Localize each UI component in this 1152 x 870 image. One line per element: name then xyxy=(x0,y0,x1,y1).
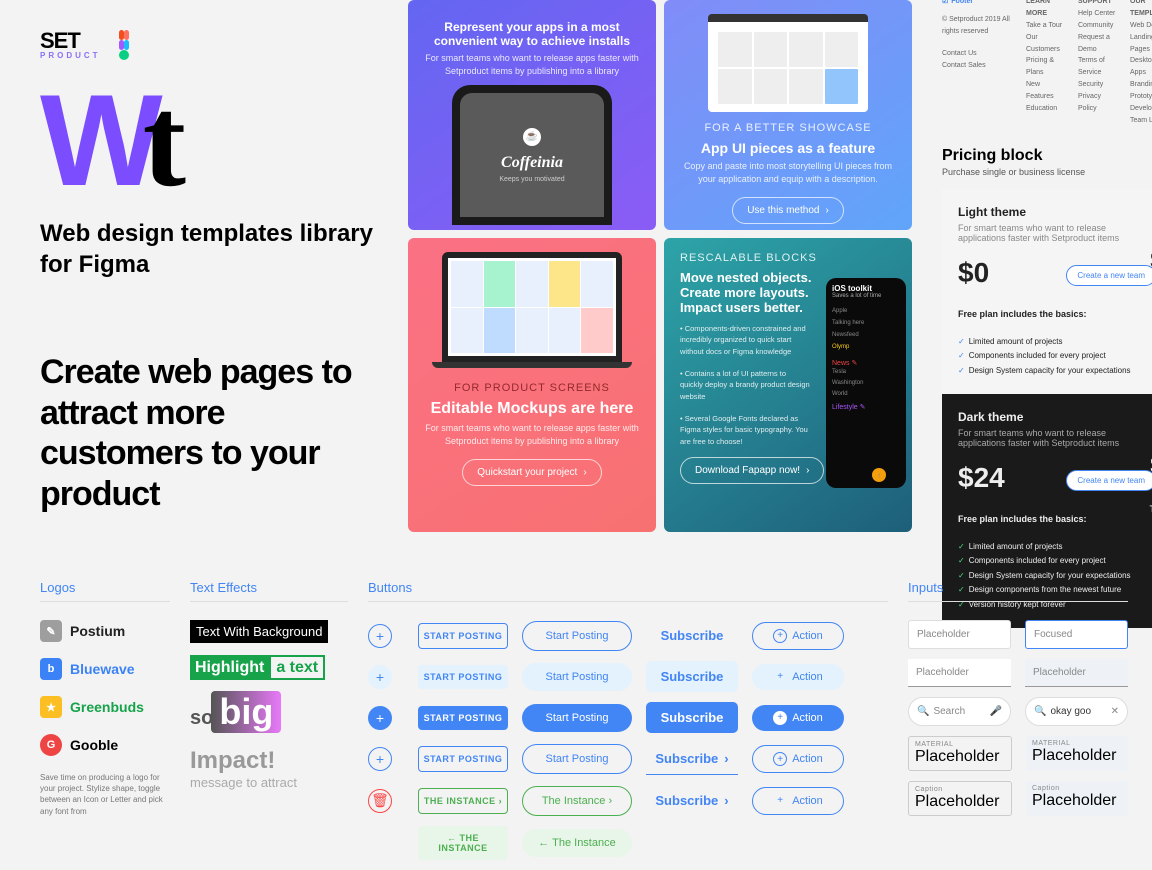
create-team-button[interactable]: Create a new team xyxy=(1066,265,1152,286)
download-button[interactable]: Download Fapapp now!› xyxy=(680,457,824,484)
pricing-title: Pricing block xyxy=(942,147,1152,165)
subtitle: Web design templates library for Figma xyxy=(40,218,380,280)
chevron-right-icon: › xyxy=(825,205,828,216)
start-posting-button[interactable]: START POSTING xyxy=(418,706,508,730)
wt-hero-logo: Wt xyxy=(40,85,380,198)
subscribe-button[interactable]: Subscribe xyxy=(646,743,738,775)
instance-button[interactable]: ← THE INSTANCE xyxy=(418,826,508,860)
pricing-card-light: Light theme For smart teams who want to … xyxy=(942,189,1152,394)
impact-subtitle: message to attract xyxy=(190,775,348,790)
material-input[interactable]: MATERIALPlaceholder xyxy=(1026,736,1128,771)
plus-round-button[interactable]: + xyxy=(368,747,392,771)
ui-mockup xyxy=(708,14,868,112)
text-input-focused[interactable]: Focused xyxy=(1025,620,1128,649)
start-posting-pill[interactable]: Start Posting xyxy=(522,663,632,691)
text-input-underline[interactable]: Placeholder xyxy=(1025,659,1128,687)
start-posting-pill[interactable]: Start Posting xyxy=(522,704,632,732)
laptop-mockup xyxy=(442,252,622,362)
impact-text: Impact! xyxy=(190,747,348,775)
card-rescalable-blocks: RESCALABLE BLOCKS Move nested objects. C… xyxy=(664,238,912,532)
action-button[interactable]: +Action xyxy=(752,664,844,690)
logo-description: Save time on producing a logo for your p… xyxy=(40,772,170,817)
create-team-button[interactable]: Create a new team xyxy=(1066,470,1152,491)
start-posting-pill[interactable]: Start Posting xyxy=(522,621,632,651)
brand-logos: SET PRODUCT xyxy=(40,28,380,60)
use-method-button[interactable]: Use this method› xyxy=(732,197,844,224)
setproduct-logo: SET PRODUCT xyxy=(40,28,101,60)
caption-input[interactable]: CaptionPlaceholder xyxy=(908,781,1012,816)
instance-pill[interactable]: The Instance › xyxy=(522,786,632,816)
footer-block: ☑ Footer© Setproduct 2019 All rights res… xyxy=(942,0,1152,127)
plus-round-button[interactable]: + xyxy=(368,706,392,730)
delete-round-button[interactable]: 🗑 xyxy=(368,789,392,813)
start-posting-button[interactable]: START POSTING xyxy=(418,746,508,772)
card-editable-mockups: FOR PRODUCT SCREENS Editable Mockups are… xyxy=(408,238,656,532)
search-input[interactable]: 🔍okay goo✕ xyxy=(1025,697,1128,726)
logo-greenbuds: ★Greenbuds xyxy=(40,696,170,718)
subscribe-button[interactable]: Subscribe xyxy=(646,785,738,816)
section-logos: Logos xyxy=(40,580,170,602)
chevron-right-icon: › xyxy=(583,467,586,478)
close-icon[interactable]: ✕ xyxy=(1111,706,1119,717)
subscribe-button[interactable]: Subscribe xyxy=(646,620,738,651)
plus-round-button[interactable]: + xyxy=(368,624,392,648)
subscribe-button[interactable]: Subscribe xyxy=(646,661,738,692)
mic-icon: 🎤 xyxy=(990,706,1002,717)
card-ui-pieces: FOR A BETTER SHOWCASE App UI pieces as a… xyxy=(664,0,912,230)
search-input[interactable]: 🔍Search🎤 xyxy=(908,697,1011,726)
card-represent-apps: Represent your apps in a most convenient… xyxy=(408,0,656,230)
section-buttons: Buttons xyxy=(368,580,888,602)
pricing-subtitle: Purchase single or business license xyxy=(942,167,1152,177)
quickstart-button[interactable]: Quickstart your project› xyxy=(462,459,601,486)
plus-round-button[interactable]: + xyxy=(368,665,392,689)
material-input[interactable]: MATERIALPlaceholder xyxy=(908,736,1012,771)
caption-input[interactable]: CaptionPlaceholder xyxy=(1026,781,1128,816)
chevron-right-icon: › xyxy=(806,465,809,476)
start-posting-button[interactable]: START POSTING xyxy=(418,623,508,649)
figma-icon xyxy=(119,30,139,58)
instance-button[interactable]: THE INSTANCE › xyxy=(418,788,508,814)
section-inputs: Inputs xyxy=(908,580,1128,602)
action-button[interactable]: +Action xyxy=(752,622,844,650)
section-text-effects: Text Effects xyxy=(190,580,348,602)
text-input[interactable]: Placeholder xyxy=(908,620,1011,649)
action-button[interactable]: +Action xyxy=(752,705,844,731)
search-icon: 🔍 xyxy=(917,706,929,717)
start-posting-button[interactable]: START POSTING xyxy=(418,665,508,689)
phone-mockup: ☕ Coffeinia Keeps you motivated xyxy=(452,85,612,225)
instance-pill[interactable]: ← The Instance xyxy=(522,829,632,857)
text-input-underline[interactable]: Placeholder xyxy=(908,659,1011,687)
logo-bluewave: bBluewave xyxy=(40,658,170,680)
search-icon: 🔍 xyxy=(1034,706,1046,717)
action-button[interactable]: +Action xyxy=(752,745,844,773)
subscribe-button[interactable]: Subscribe xyxy=(646,702,738,733)
highlight-text: Highlighta text xyxy=(190,659,348,677)
logo-postium: ✎Postium xyxy=(40,620,170,642)
main-heading: Create web pages to attract more custome… xyxy=(40,352,380,515)
logo-gooble: GGooble xyxy=(40,734,170,756)
start-posting-pill[interactable]: Start Posting xyxy=(522,744,632,774)
ios-device-mockup: iOS toolkit Saves a lot of time AppleTal… xyxy=(826,278,906,488)
action-button[interactable]: +Action xyxy=(752,787,844,815)
so-big-text: sobig xyxy=(190,691,348,733)
text-with-background: Text With Background xyxy=(190,620,328,643)
